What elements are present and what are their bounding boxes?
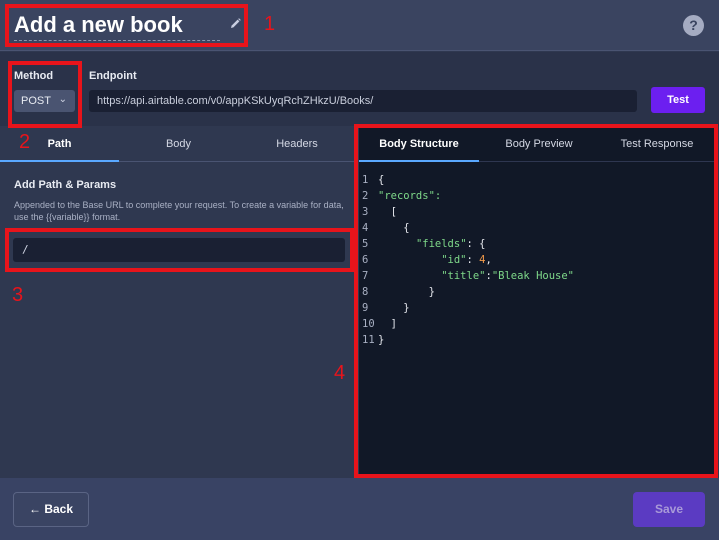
request-config — [0, 52, 719, 126]
footer — [0, 478, 719, 540]
active-tab-indicator — [0, 160, 119, 162]
endpoint-label: Endpoint — [89, 70, 137, 82]
tab-path[interactable]: Path — [0, 126, 119, 162]
annotation-box — [5, 4, 248, 47]
tab-body[interactable]: Body — [119, 126, 238, 162]
test-button[interactable]: Test — [651, 87, 705, 113]
annotation-box — [354, 124, 718, 478]
back-button[interactable]: ← Back — [13, 492, 89, 527]
endpoint-input[interactable]: https://api.airtable.com/v0/appKSkUyqRch… — [89, 90, 637, 112]
tab-headers[interactable]: Headers — [238, 126, 356, 162]
annotation-number: 1 — [264, 13, 276, 35]
annotation-box — [5, 228, 354, 272]
question-circle-icon[interactable]: ? — [683, 15, 704, 36]
left-tabs: Path Body Headers — [0, 126, 356, 162]
save-button[interactable]: Save — [633, 492, 705, 527]
annotation-number: 3 — [12, 284, 24, 306]
path-help-text: Appended to the Base URL to complete you… — [14, 200, 344, 222]
annotation-box — [8, 61, 82, 128]
annotation-number: 4 — [334, 362, 346, 384]
annotation-number: 2 — [19, 131, 31, 153]
path-heading: Add Path & Params — [14, 179, 117, 191]
